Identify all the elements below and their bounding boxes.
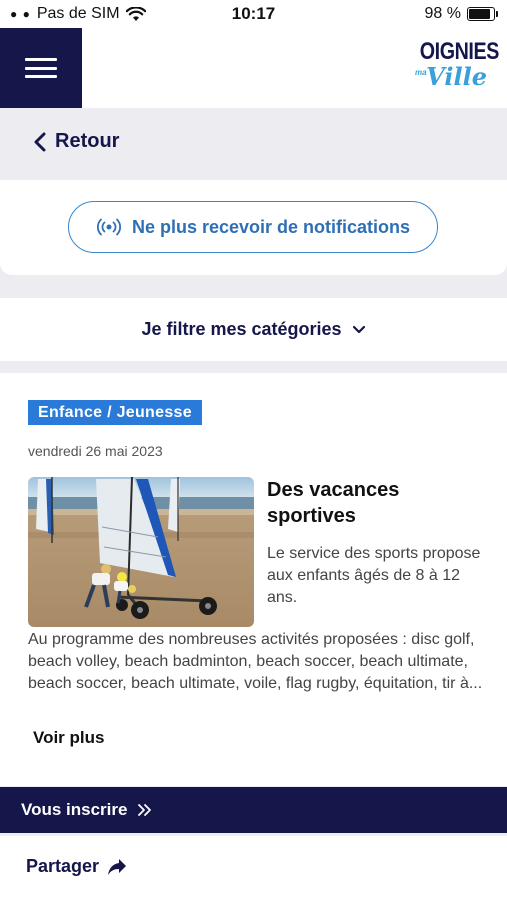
chevron-down-icon — [352, 325, 365, 333]
broadcast-icon — [96, 218, 121, 236]
article-title[interactable]: Des vacances sportives — [267, 477, 487, 529]
register-label: Vous inscrire — [21, 800, 128, 819]
share-button[interactable]: Partager — [26, 856, 127, 877]
status-right: 98 % — [424, 5, 498, 23]
status-bar: ● ● Pas de SIM 10:17 98 % — [0, 0, 507, 28]
category-filter-toggle[interactable]: Je filtre mes catégories — [0, 298, 507, 361]
app-logo: OIGNIES ma Ville — [405, 38, 500, 96]
article-excerpt: Au programme des nombreuses activités pr… — [28, 631, 483, 692]
share-label: Partager — [26, 856, 100, 876]
logo-tagline: ma — [415, 68, 427, 77]
news-article-card: Enfance / Jeunesse vendredi 26 mai 2023 — [0, 373, 507, 786]
menu-button[interactable] — [0, 28, 82, 108]
share-bar: Partager — [0, 836, 507, 900]
article-thumbnail[interactable] — [28, 477, 254, 627]
hamburger-icon — [25, 58, 57, 78]
read-more-link[interactable]: Voir plus — [33, 728, 104, 748]
chevron-left-icon — [34, 132, 46, 151]
app-header: OIGNIES ma Ville — [0, 28, 507, 108]
double-chevron-right-icon — [138, 804, 152, 816]
filter-label: Je filtre mes catégories — [141, 319, 342, 339]
sand-yacht-photo — [28, 477, 254, 627]
article-lead: Le service des sports propose aux enfant… — [267, 545, 481, 606]
unsubscribe-label: Ne plus recevoir de notifications — [131, 216, 411, 237]
battery-percent: 98 % — [424, 5, 461, 22]
register-button[interactable]: Vous inscrire — [0, 787, 507, 833]
logo-script: Ville — [426, 62, 487, 91]
battery-icon — [467, 7, 498, 21]
back-bar: Retour — [0, 108, 507, 180]
article-date: vendredi 26 mai 2023 — [28, 443, 163, 459]
unsubscribe-notifications-button[interactable]: Ne plus recevoir de notifications — [68, 201, 438, 253]
back-button[interactable]: Retour — [33, 130, 119, 153]
logo-wordmark: OIGNIES — [419, 38, 500, 65]
back-label: Retour — [55, 130, 120, 152]
share-arrow-icon — [108, 858, 127, 875]
notification-card: Ne plus recevoir de notifications — [0, 180, 507, 275]
category-badge: Enfance / Jeunesse — [28, 400, 202, 425]
